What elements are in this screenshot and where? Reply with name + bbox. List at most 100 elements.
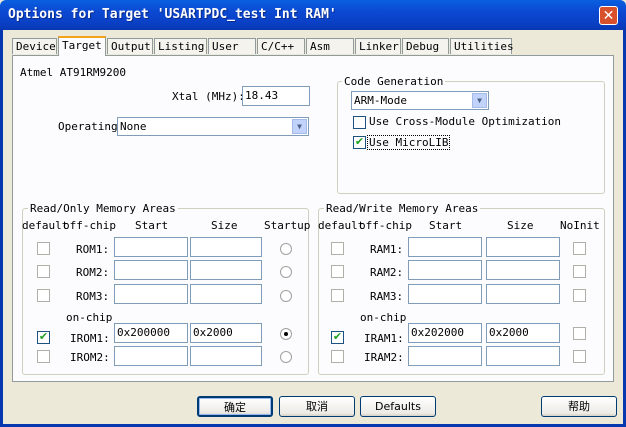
rw-header-default: default (318, 219, 365, 232)
rom3-startup-radio[interactable] (280, 290, 292, 302)
ram3-size-input[interactable] (486, 284, 560, 304)
check-icon: ✔ (38, 330, 49, 343)
code-generation-title: Code Generation (342, 75, 446, 88)
iram2-size-input[interactable] (486, 346, 560, 366)
ram3-default-checkbox[interactable] (331, 289, 344, 302)
ram3-start-input[interactable] (408, 284, 482, 304)
rw-header-offchip: off-chip (359, 219, 412, 232)
window-border-left (0, 30, 3, 427)
tab-linker[interactable]: Linker (355, 38, 401, 54)
irom1-label: IROM1: (70, 332, 110, 345)
tab-utilities[interactable]: Utilities (450, 38, 514, 54)
defaults-button[interactable]: Defaults (360, 396, 436, 417)
tab-listing[interactable]: Listing (154, 38, 207, 54)
device-name: Atmel AT91RM9200 (20, 66, 126, 79)
ro-header-startup: Startup (264, 219, 311, 232)
ram2-default-checkbox[interactable] (331, 265, 344, 278)
tab-output[interactable]: Output (107, 38, 153, 54)
microlib-label: Use MicroLIB (367, 135, 451, 150)
tab-target[interactable]: Target (58, 36, 106, 56)
rw-memory-title: Read/Write Memory Areas (324, 202, 481, 215)
tab-debug[interactable]: Debug (402, 38, 449, 54)
rw-header-size: Size (507, 219, 534, 232)
cancel-button[interactable]: 取消 (279, 396, 355, 417)
ram1-default-checkbox[interactable] (331, 242, 344, 255)
ram2-noinit-checkbox[interactable] (573, 265, 586, 278)
rom2-startup-radio[interactable] (280, 266, 292, 278)
microlib-checkbox[interactable]: ✔ (353, 136, 366, 149)
rom1-start-input[interactable] (114, 237, 188, 257)
ram1-start-input[interactable] (408, 237, 482, 257)
iram1-size-input[interactable]: 0x2000 (486, 323, 560, 343)
rom1-default-checkbox[interactable] (37, 242, 50, 255)
iram1-start-input[interactable]: 0x202000 (408, 323, 482, 343)
help-button[interactable]: 帮助 (541, 396, 617, 417)
rw-header-noinit: NoInit (560, 219, 600, 232)
iram1-default-checkbox[interactable]: ✔ (331, 331, 344, 344)
ram2-label: RAM2: (370, 266, 404, 279)
chevron-down-icon[interactable]: ▼ (472, 93, 487, 108)
check-icon: ✔ (354, 135, 365, 148)
ram1-size-input[interactable] (486, 237, 560, 257)
irom2-default-checkbox[interactable] (37, 350, 50, 363)
irom2-label: IROM2: (70, 351, 110, 364)
rom1-startup-radio[interactable] (280, 243, 292, 255)
tab-cpp[interactable]: C/C++ (257, 38, 305, 54)
iram2-default-checkbox[interactable] (331, 350, 344, 363)
chevron-down-icon[interactable]: ▼ (292, 119, 307, 134)
ro-header-default: default (22, 219, 69, 232)
iram1-label: IRAM1: (364, 332, 404, 345)
rom2-default-checkbox[interactable] (37, 265, 50, 278)
ro-header-start: Start (135, 219, 169, 232)
irom2-start-input[interactable] (114, 346, 188, 366)
iram1-noinit-checkbox[interactable] (573, 327, 586, 340)
irom1-size-input[interactable]: 0x2000 (190, 323, 262, 343)
ro-memory-title: Read/Only Memory Areas (28, 202, 178, 215)
operating-value: None (120, 120, 147, 133)
rom3-label: ROM3: (76, 290, 110, 303)
rom3-start-input[interactable] (114, 284, 188, 304)
close-button[interactable]: ✕ (599, 6, 618, 25)
rom3-size-input[interactable] (190, 284, 262, 304)
cross-module-checkbox[interactable] (353, 116, 366, 129)
irom2-startup-radio[interactable] (280, 351, 292, 363)
window-title: Options for Target 'USARTPDC_test Int RA… (8, 7, 337, 22)
iram2-label: IRAM2: (364, 351, 404, 364)
cross-module-label: Use Cross-Module Optimization (369, 115, 562, 128)
tab-asm[interactable]: Asm (306, 38, 354, 54)
xtal-label: Xtal (MHz): (172, 90, 245, 103)
rom3-default-checkbox[interactable] (37, 289, 50, 302)
close-icon: ✕ (602, 8, 615, 24)
rom2-label: ROM2: (76, 266, 110, 279)
ram2-size-input[interactable] (486, 260, 560, 280)
ram3-label: RAM3: (370, 290, 404, 303)
ro-header-offchip: off-chip (63, 219, 116, 232)
operating-label: Operating (58, 120, 118, 133)
ram2-start-input[interactable] (408, 260, 482, 280)
code-mode-select[interactable]: ARM-Mode ▼ (351, 91, 489, 110)
rom1-size-input[interactable] (190, 237, 262, 257)
ram1-noinit-checkbox[interactable] (573, 242, 586, 255)
check-icon: ✔ (332, 330, 343, 343)
rom2-size-input[interactable] (190, 260, 262, 280)
xtal-input[interactable]: 18.43 (242, 86, 310, 106)
irom2-size-input[interactable] (190, 346, 262, 366)
rw-header-start: Start (429, 219, 463, 232)
irom1-startup-radio[interactable] (280, 328, 292, 340)
tab-user[interactable]: User (208, 38, 256, 54)
ro-header-size: Size (211, 219, 238, 232)
ram1-label: RAM1: (370, 243, 404, 256)
irom1-start-input[interactable]: 0x200000 (114, 323, 188, 343)
rw-onchip-label: on-chip (360, 311, 407, 324)
tab-device[interactable]: Device (12, 38, 57, 54)
irom1-default-checkbox[interactable]: ✔ (37, 331, 50, 344)
ro-onchip-label: on-chip (66, 311, 113, 324)
iram2-noinit-checkbox[interactable] (573, 350, 586, 363)
ok-button[interactable]: 确定 (197, 396, 273, 417)
code-mode-value: ARM-Mode (354, 94, 407, 107)
iram2-start-input[interactable] (408, 346, 482, 366)
ram3-noinit-checkbox[interactable] (573, 289, 586, 302)
operating-select[interactable]: None ▼ (117, 117, 309, 136)
rom2-start-input[interactable] (114, 260, 188, 280)
rom1-label: ROM1: (76, 243, 110, 256)
